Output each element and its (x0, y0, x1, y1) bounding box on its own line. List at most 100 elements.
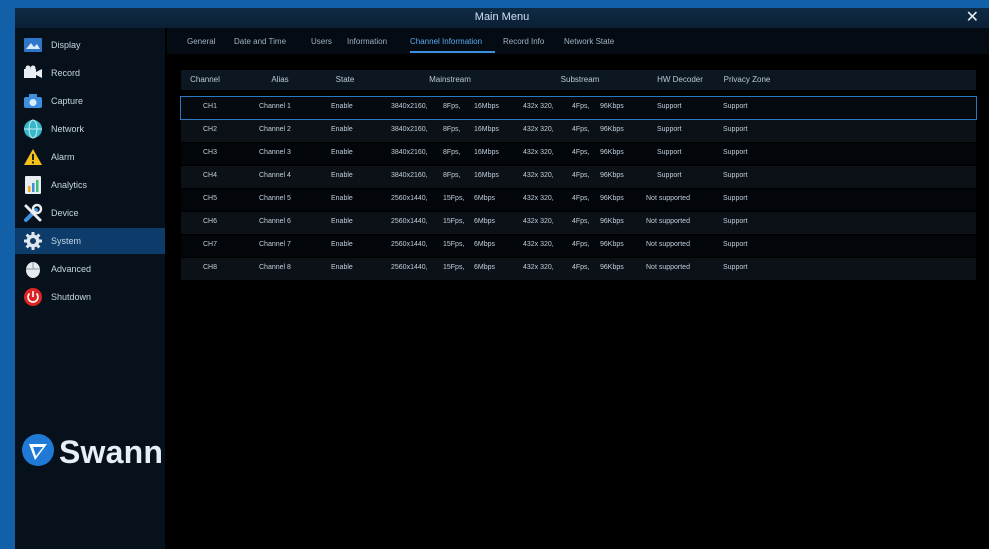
cell-alias: Channel 1 (259, 103, 291, 110)
swann-logo-text: Swann (59, 434, 164, 470)
cell-state: Enable (331, 241, 353, 248)
cell-sub-fps: 4Fps, (572, 195, 590, 202)
cell-main-fps: 8Fps, (443, 149, 461, 156)
table-row[interactable]: CH8 Channel 8 Enable 2560x1440, 15Fps, 6… (181, 258, 976, 280)
table-row[interactable]: CH5 Channel 5 Enable 2560x1440, 15Fps, 6… (181, 189, 976, 211)
cell-main-resolution: 3840x2160, (391, 149, 428, 156)
cell-channel: CH5 (203, 195, 218, 202)
sidebar-item-shutdown[interactable]: Shutdown (15, 284, 165, 310)
cell-channel: CH7 (203, 241, 218, 248)
tab-users[interactable]: Users (311, 37, 332, 46)
sidebar-item-label: Analytics (51, 180, 88, 190)
cell-sub-fps: 4Fps, (572, 103, 590, 110)
sidebar-item-analytics[interactable]: Analytics (15, 172, 165, 198)
cell-main-fps: 8Fps, (443, 172, 461, 179)
cell-alias: Channel 4 (259, 172, 291, 179)
display-icon (22, 35, 44, 55)
cell-sub-resolution: 432x 320, (523, 172, 554, 179)
cell-main-bitrate: 16Mbps (474, 103, 499, 110)
sidebar-item-label: Device (51, 208, 79, 218)
cell-main-resolution: 3840x2160, (391, 126, 428, 133)
shutdown-icon (22, 287, 44, 307)
cell-hw-decoder: Support (657, 126, 682, 133)
cell-sub-bitrate: 96Kbps (600, 172, 624, 179)
cell-main-resolution: 2560x1440, (391, 264, 428, 271)
cell-privacy-zone: Support (723, 195, 748, 202)
cell-privacy-zone: Support (723, 126, 748, 133)
close-icon[interactable]: ✕ (966, 9, 979, 27)
cell-channel: CH2 (203, 126, 218, 133)
table-header: Channel Alias State Mainstream Substream… (181, 70, 976, 90)
cell-sub-fps: 4Fps, (572, 218, 590, 225)
main-menu-window: Main Menu ✕ Display Record Capture Netwo… (15, 8, 989, 549)
cell-alias: Channel 7 (259, 241, 291, 248)
sidebar-item-display[interactable]: Display (15, 32, 165, 58)
column-header-mainstream: Mainstream (429, 75, 471, 84)
cell-main-resolution: 2560x1440, (391, 218, 428, 225)
tab-information[interactable]: Information (347, 37, 387, 46)
tab-record-info[interactable]: Record Info (503, 37, 544, 46)
table-row[interactable]: CH2 Channel 2 Enable 3840x2160, 8Fps, 16… (181, 120, 976, 142)
cell-state: Enable (331, 149, 353, 156)
cell-state: Enable (331, 126, 353, 133)
column-header-privacy-zone: Privacy Zone (723, 75, 771, 84)
cell-channel: CH4 (203, 172, 218, 179)
cell-channel: CH8 (203, 264, 218, 271)
analytics-icon (22, 175, 44, 195)
sidebar-item-network[interactable]: Network (15, 116, 165, 142)
column-header-substream: Substream (560, 75, 600, 84)
sidebar: Display Record Capture Network Alarm Ana… (15, 28, 165, 549)
tab-channel-information[interactable]: Channel Information (410, 37, 482, 46)
sidebar-item-system[interactable]: System (15, 228, 165, 254)
cell-hw-decoder: Not supported (646, 218, 690, 225)
cell-main-resolution: 2560x1440, (391, 241, 428, 248)
cell-main-resolution: 2560x1440, (391, 195, 428, 202)
cell-main-fps: 8Fps, (443, 103, 461, 110)
cell-sub-fps: 4Fps, (572, 264, 590, 271)
sidebar-item-advanced[interactable]: Advanced (15, 256, 165, 282)
cell-channel: CH3 (203, 149, 218, 156)
sidebar-item-label: Network (51, 124, 85, 134)
advanced-icon (22, 259, 44, 279)
table-row[interactable]: CH7 Channel 7 Enable 2560x1440, 15Fps, 6… (181, 235, 976, 257)
cell-sub-resolution: 432x 320, (523, 218, 554, 225)
sidebar-item-record[interactable]: Record (15, 60, 165, 86)
cell-sub-fps: 4Fps, (572, 172, 590, 179)
cell-main-bitrate: 16Mbps (474, 126, 499, 133)
sidebar-item-capture[interactable]: Capture (15, 88, 165, 114)
column-header-hw-decoder: HW Decoder (657, 75, 703, 84)
content-panel: General Date and Time Users Information … (167, 28, 989, 549)
table-row[interactable]: CH3 Channel 3 Enable 3840x2160, 8Fps, 16… (181, 143, 976, 165)
cell-privacy-zone: Support (723, 149, 748, 156)
table-row[interactable]: CH4 Channel 4 Enable 3840x2160, 8Fps, 16… (181, 166, 976, 188)
cell-sub-resolution: 432x 320, (523, 241, 554, 248)
cell-privacy-zone: Support (723, 172, 748, 179)
cell-sub-bitrate: 96Kbps (600, 195, 624, 202)
cell-state: Enable (331, 264, 353, 271)
cell-sub-resolution: 432x 320, (523, 126, 554, 133)
cell-main-fps: 8Fps, (443, 126, 461, 133)
sidebar-item-alarm[interactable]: Alarm (15, 144, 165, 170)
tab-network-state[interactable]: Network State (564, 37, 614, 46)
table-row[interactable]: CH1 Channel 1 Enable 3840x2160, 8Fps, 16… (180, 96, 977, 120)
tab-general[interactable]: General (187, 37, 215, 46)
cell-state: Enable (331, 195, 353, 202)
cell-main-bitrate: 16Mbps (474, 149, 499, 156)
cell-sub-fps: 4Fps, (572, 126, 590, 133)
table-row[interactable]: CH6 Channel 6 Enable 2560x1440, 15Fps, 6… (181, 212, 976, 234)
cell-main-fps: 15Fps, (443, 195, 465, 202)
sidebar-item-device[interactable]: Device (15, 200, 165, 226)
record-icon (22, 63, 44, 83)
swann-logo-icon (21, 433, 55, 472)
cell-privacy-zone: Support (723, 264, 748, 271)
cell-sub-resolution: 432x 320, (523, 149, 554, 156)
cell-sub-fps: 4Fps, (572, 241, 590, 248)
alarm-icon (22, 147, 44, 167)
cell-privacy-zone: Support (723, 218, 748, 225)
cell-state: Enable (331, 218, 353, 225)
cell-main-bitrate: 16Mbps (474, 172, 499, 179)
cell-alias: Channel 3 (259, 149, 291, 156)
tab-date-and-time[interactable]: Date and Time (234, 37, 286, 46)
column-header-channel: Channel (190, 75, 220, 84)
cell-hw-decoder: Not supported (646, 241, 690, 248)
